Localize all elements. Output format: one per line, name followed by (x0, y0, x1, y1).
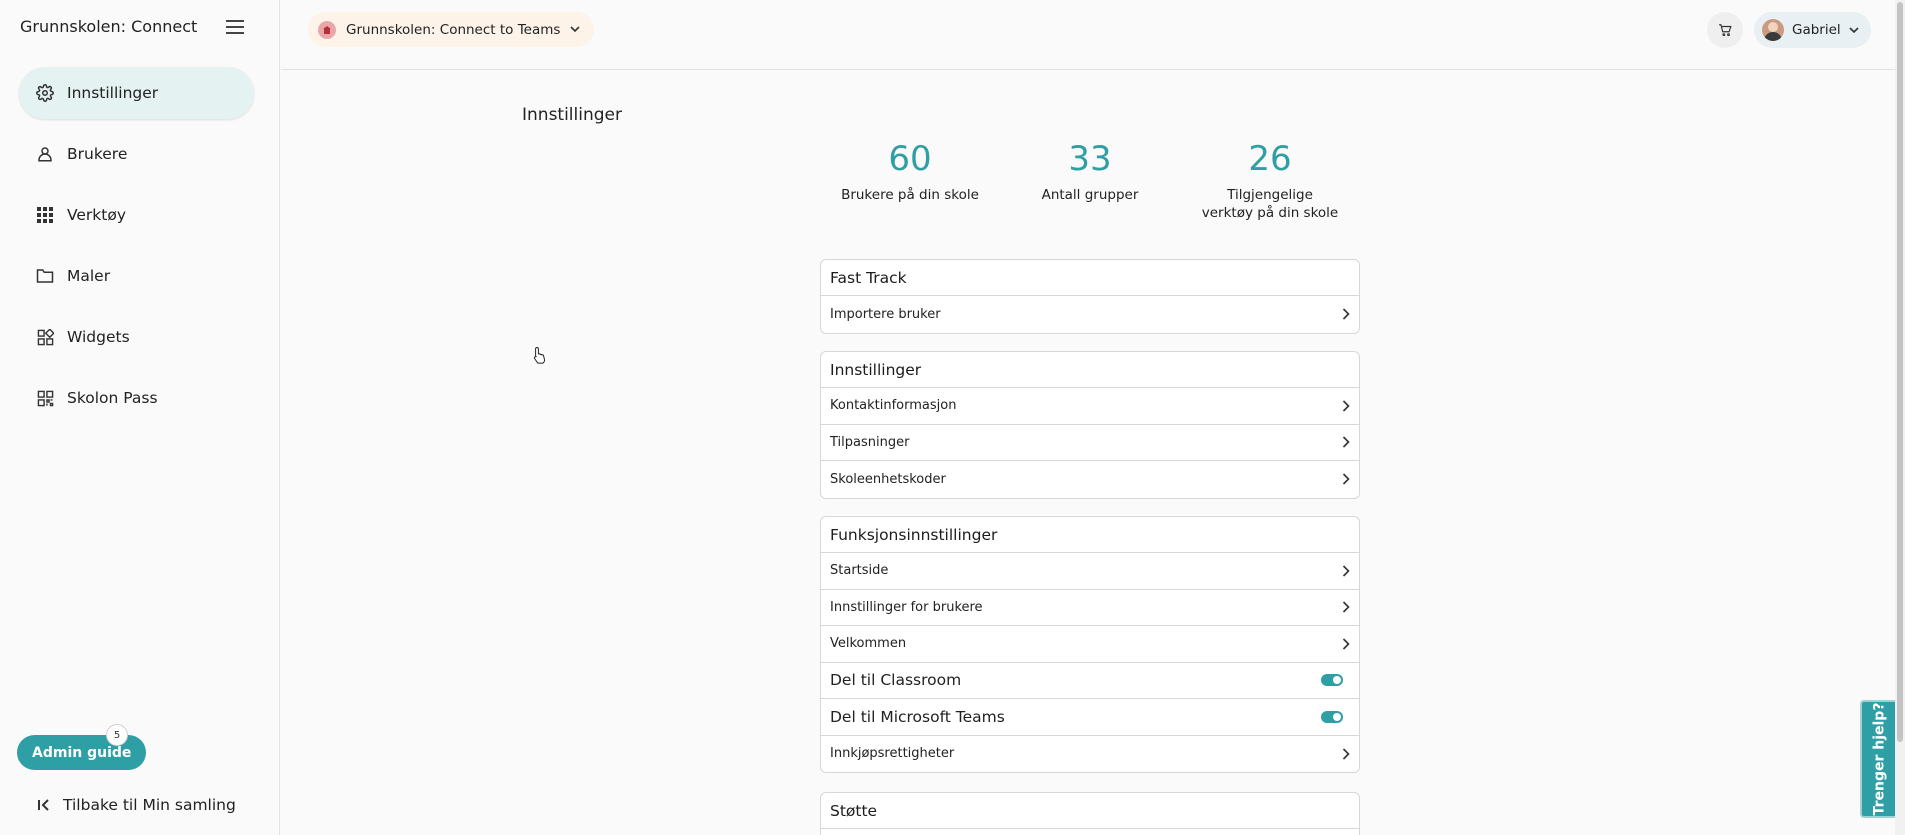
section-title: Støtte (821, 793, 1359, 829)
user-name: Gabriel (1792, 22, 1841, 38)
page-scrollbar[interactable] (1895, 0, 1905, 835)
cart-button[interactable] (1707, 12, 1743, 48)
row-label: Del til Microsoft Teams (830, 707, 1005, 726)
stat-tools: 26 Tilgjengelige verktøy på din skole (1180, 142, 1360, 222)
stats-row: 60 Brukere på din skole 33 Antall gruppe… (820, 142, 1360, 222)
sidebar-item-skolon-pass[interactable]: Skolon Pass (19, 372, 254, 424)
row-kontaktinformasjon[interactable]: Kontaktinformasjon (821, 388, 1359, 425)
sidebar-nav: Innstillinger Brukere Verktøy Maler Widg… (19, 67, 254, 433)
sidebar-item-brukere[interactable]: Brukere (19, 128, 254, 180)
row-label: Kontaktinformasjon (830, 398, 957, 414)
row-del-til-microsoft-teams: Del til Microsoft Teams (821, 699, 1359, 736)
hand-cursor-icon (532, 346, 548, 368)
cart-icon (1718, 23, 1732, 37)
row-innkjopsrettigheter[interactable]: Innkjøpsrettigheter (821, 736, 1359, 773)
row-del-til-classroom: Del til Classroom (821, 663, 1359, 699)
sidebar: Grunnskolen: Connect t... Innstillinger … (0, 0, 280, 835)
section-fast-track: Fast Track Importere bruker (820, 259, 1360, 334)
gear-icon (35, 83, 55, 103)
section-innstillinger: Innstillinger Kontaktinformasjon Tilpasn… (820, 351, 1360, 499)
stat-label: Tilgjengelige verktøy på din skole (1201, 187, 1339, 221)
row-skoleenhetskoder[interactable]: Skoleenhetskoder (821, 461, 1359, 498)
row-label: Del til Classroom (830, 671, 962, 690)
admin-guide-badge: 5 (106, 724, 128, 746)
stat-value: 26 (1248, 139, 1292, 179)
stat-groups: 33 Antall grupper (1000, 142, 1180, 222)
help-label: Trenger hjelp? (1871, 702, 1887, 816)
chevron-down-icon (1849, 26, 1859, 34)
row-label: Tilpasninger (830, 434, 910, 450)
page-title: Innstillinger (522, 105, 622, 125)
row-startside[interactable]: Startside (821, 553, 1359, 590)
help-tab[interactable]: Trenger hjelp? (1860, 700, 1898, 818)
row-label: Innstillinger for brukere (830, 599, 983, 615)
admin-guide-button[interactable]: Admin guide (17, 735, 147, 770)
row-label: Innkjøpsrettigheter (830, 746, 955, 762)
chevron-right-icon (1342, 638, 1350, 650)
chevron-down-icon (570, 26, 581, 33)
classroom-toggle[interactable] (1321, 674, 1343, 687)
section-stotte: Støtte (820, 792, 1360, 835)
school-selector[interactable]: Grunnskolen: Connect to Teams (308, 12, 595, 47)
chevron-right-icon (1342, 473, 1350, 485)
brand-title: Grunnskolen: Connect t... (20, 17, 200, 36)
row-label: Startside (830, 563, 889, 579)
sidebar-item-verktoy[interactable]: Verktøy (19, 189, 254, 241)
back-link-label: Tilbake til Min samling (63, 796, 236, 814)
qr-code-icon (35, 388, 55, 408)
sidebar-item-label: Innstillinger (67, 84, 159, 102)
avatar (1762, 19, 1784, 41)
chevron-right-icon (1342, 565, 1350, 577)
row-velkommen[interactable]: Velkommen (821, 626, 1359, 663)
sidebar-item-label: Widgets (67, 328, 130, 346)
section-title: Fast Track (821, 260, 1359, 296)
stat-label: Antall grupper (1041, 187, 1139, 203)
stat-users: 60 Brukere på din skole (820, 142, 1000, 222)
chevron-right-icon (1342, 748, 1350, 760)
sidebar-item-label: Brukere (67, 145, 128, 163)
row-importere-bruker[interactable]: Importere bruker (821, 296, 1359, 333)
sidebar-item-innstillinger[interactable]: Innstillinger (19, 67, 254, 119)
user-menu[interactable]: Gabriel (1754, 12, 1871, 48)
admin-guide-label: Admin guide (32, 744, 132, 761)
sidebar-item-maler[interactable]: Maler (19, 250, 254, 302)
row-label: Skoleenhetskoder (830, 471, 946, 487)
section-title: Innstillinger (821, 352, 1359, 388)
chevron-right-icon (1342, 308, 1350, 320)
widgets-icon (35, 327, 55, 347)
stat-label: Brukere på din skole (841, 187, 979, 203)
chevron-right-icon (1342, 601, 1350, 613)
sidebar-item-widgets[interactable]: Widgets (19, 311, 254, 363)
stat-value: 33 (1068, 139, 1112, 179)
section-title: Funksjonsinnstillinger (821, 517, 1359, 553)
hamburger-menu-icon[interactable] (224, 16, 246, 38)
sidebar-item-label: Maler (67, 267, 111, 285)
back-to-collection-link[interactable]: Tilbake til Min samling (37, 796, 236, 814)
stat-value: 60 (888, 139, 932, 179)
sidebar-item-label: Verktøy (67, 206, 127, 224)
section-funksjonsinnstillinger: Funksjonsinnstillinger Startside Innstil… (820, 516, 1360, 773)
row-label: Velkommen (830, 636, 907, 652)
school-logo-icon (318, 20, 336, 39)
school-name: Grunnskolen: Connect to Teams (346, 21, 561, 38)
teams-toggle[interactable] (1321, 710, 1343, 723)
apps-grid-icon (35, 205, 55, 225)
collapse-left-icon (37, 798, 51, 812)
sidebar-item-label: Skolon Pass (67, 389, 158, 407)
chevron-right-icon (1342, 400, 1350, 412)
chevron-right-icon (1342, 436, 1350, 448)
scrollbar-thumb[interactable] (1897, 2, 1903, 742)
row-label: Importere bruker (830, 306, 941, 322)
folder-icon (35, 266, 55, 286)
top-bar: Grunnskolen: Connect to Teams Gabriel (281, 0, 1905, 70)
row-tilpasninger[interactable]: Tilpasninger (821, 425, 1359, 461)
person-icon (35, 144, 55, 164)
row-innstillinger-for-brukere[interactable]: Innstillinger for brukere (821, 590, 1359, 626)
